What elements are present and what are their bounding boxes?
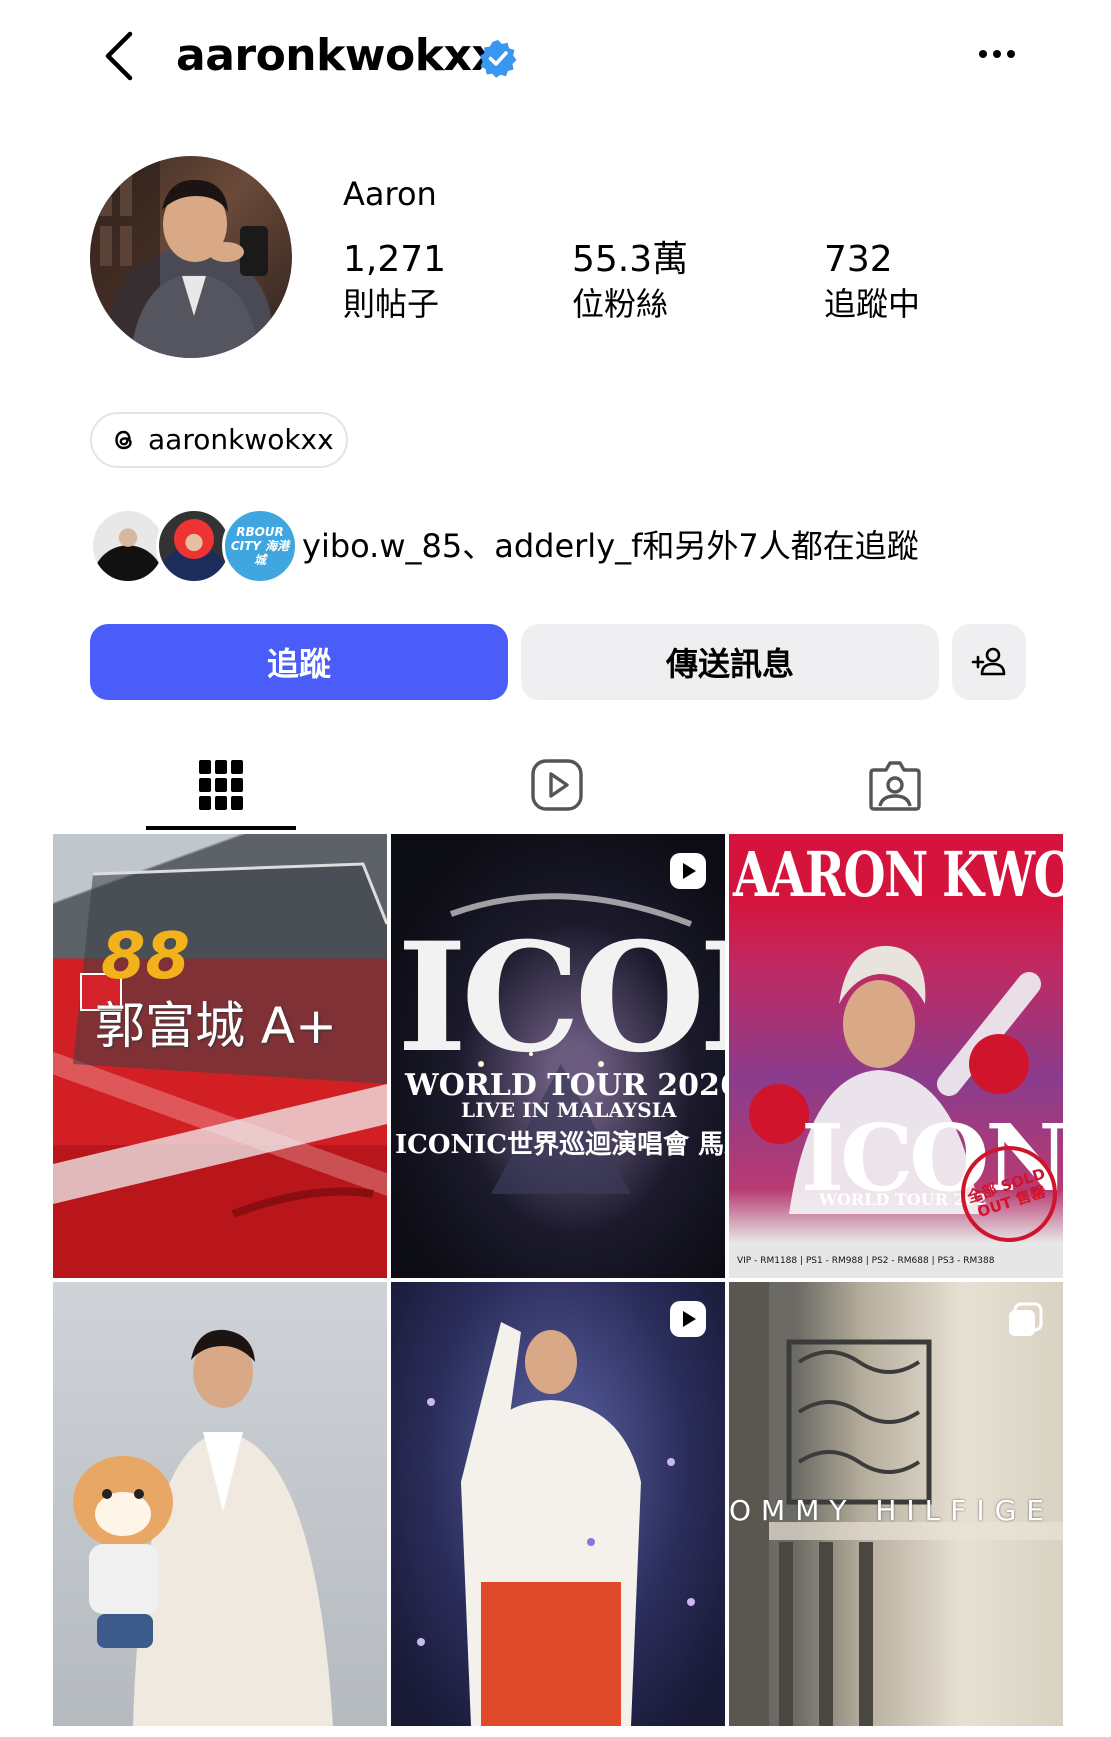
posts-count-value: 1,271 <box>343 239 447 280</box>
profile-avatar[interactable] <box>90 156 292 358</box>
threads-profile-link[interactable]: aaronkwokxx <box>90 412 348 468</box>
following-count-label: 追蹤中 <box>824 285 921 323</box>
post-overlay-text: OMMY HILFIGE <box>729 1494 1055 1527</box>
post-overlay-text: LIVE IN MALAYSIA <box>461 1098 677 1122</box>
tab-reels[interactable] <box>482 740 632 830</box>
post-overlay-text: ICONIC <box>397 910 725 1086</box>
post-thumbnail[interactable] <box>391 1282 725 1726</box>
mutual-follower-avatar <box>90 508 166 584</box>
post-overlay-text: 88 <box>101 920 191 994</box>
add-person-icon <box>971 647 1006 676</box>
post-thumbnail[interactable]: OMMY HILFIGE <box>729 1282 1063 1726</box>
mutual-follower-avatar: RBOUR CITY 海港城 <box>222 508 298 584</box>
followers-count-stat[interactable]: 55.3萬 位粉絲 <box>572 238 688 324</box>
follow-button[interactable]: 追蹤 <box>90 624 508 700</box>
profile-header: aaronkwokxx <box>0 0 1111 110</box>
post-overlay-text: VIP - RM1188 | PS1 - RM988 | PS2 - RM688… <box>737 1256 995 1266</box>
carousel-badge-icon <box>1009 1302 1043 1336</box>
following-count-value: 732 <box>824 239 893 280</box>
post-thumbnail[interactable] <box>53 1282 387 1726</box>
mutual-followers[interactable]: RBOUR CITY 海港城 yibo.w_85、adderly_f和另外7人都… <box>90 508 990 584</box>
tab-tagged[interactable] <box>820 740 970 830</box>
mutual-follower-avatar <box>156 508 232 584</box>
mutual-badge-text: RBOUR CITY 海港城 <box>230 525 290 567</box>
message-button[interactable]: 傳送訊息 <box>521 624 939 700</box>
threads-handle: aaronkwokxx <box>148 423 334 456</box>
following-count-stat[interactable]: 732 追蹤中 <box>824 238 920 324</box>
tagged-icon <box>869 761 921 811</box>
profile-tabs <box>0 740 1111 830</box>
followers-count-value: 55.3萬 <box>572 239 689 280</box>
back-icon[interactable] <box>96 28 146 84</box>
grid-icon <box>199 760 243 810</box>
post-thumbnail[interactable]: AARON KWOK ICONIC WORLD TOUR 202 全部 SOLD… <box>729 834 1063 1278</box>
reel-badge-icon <box>670 1301 706 1337</box>
active-tab-indicator <box>146 826 296 830</box>
mutual-followers-text: yibo.w_85、adderly_f和另外7人都在追蹤 <box>302 527 919 565</box>
post-thumbnail[interactable]: ICONIC WORLD TOUR 2026 LIVE IN MALAYSIA … <box>391 834 725 1278</box>
reels-icon <box>531 759 583 811</box>
post-overlay-text: 郭富城 A+ <box>95 997 337 1055</box>
reel-badge-icon <box>670 853 706 889</box>
suggested-people-button[interactable] <box>952 624 1026 700</box>
threads-icon <box>115 430 132 450</box>
post-thumbnail[interactable]: 88 郭富城 A+ <box>53 834 387 1278</box>
posts-count-stat[interactable]: 1,271 則帖子 <box>343 238 446 324</box>
more-options-icon[interactable] <box>972 34 1022 74</box>
followers-count-label: 位粉絲 <box>572 285 669 323</box>
posts-count-label: 則帖子 <box>343 285 440 323</box>
post-overlay-text: AARON KWOK <box>733 838 1063 911</box>
profile-display-name: Aaron <box>343 175 437 213</box>
post-overlay-text: ICONIC世界巡迴演唱會 馬來 <box>395 1130 725 1160</box>
profile-username-title: aaronkwokxx <box>176 30 500 81</box>
tab-posts-grid[interactable] <box>146 740 296 830</box>
verified-badge-icon <box>478 38 518 78</box>
